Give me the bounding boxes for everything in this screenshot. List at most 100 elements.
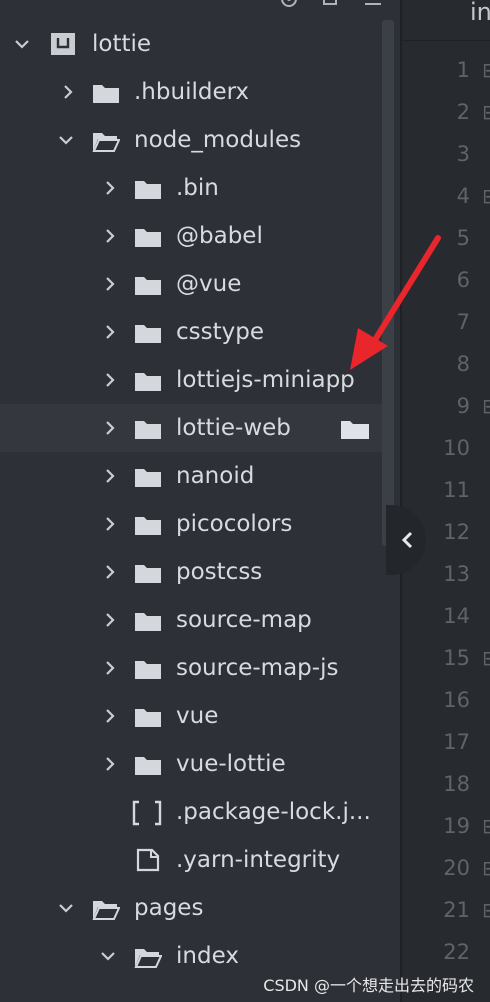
folder-icon — [135, 613, 161, 631]
minimize-icon[interactable] — [364, 0, 382, 8]
tree-item-label: nanoid — [176, 463, 255, 489]
tree-item-label: lottie-web — [176, 415, 291, 441]
tree-item-lottie[interactable]: lottie — [0, 20, 382, 68]
folder-icon — [135, 181, 161, 199]
line-number: 18 — [443, 772, 470, 796]
watermark: CSDN @一个想走出去的码农 — [263, 976, 474, 995]
folder-icon — [135, 661, 161, 679]
tree-item-vue-scope[interactable]: @vue — [0, 260, 382, 308]
tree-item-label: lottie — [92, 31, 152, 57]
line-number: 3 — [456, 142, 470, 166]
folder-open-icon — [134, 949, 162, 968]
folder-icon — [135, 565, 161, 583]
folder-icon — [93, 85, 119, 103]
chevron-down-icon — [15, 40, 29, 49]
chevron-down-icon — [59, 904, 73, 913]
tree-item-pages[interactable]: pages — [0, 884, 382, 932]
tree-item-label: lottiejs-miniapp — [176, 367, 355, 393]
chevron-down-icon — [59, 136, 73, 145]
tree-item-label: @vue — [176, 271, 242, 297]
folder-icon — [135, 517, 161, 535]
fold-marker-icon[interactable]: ⊟ — [482, 898, 490, 922]
chevron-right-icon — [106, 469, 115, 483]
line-number: 2 — [456, 100, 470, 124]
tree-item-vue-lottie[interactable]: vue-lottie — [0, 740, 382, 788]
tree-item-label: .hbuilderx — [134, 79, 250, 105]
folder-icon — [135, 277, 161, 295]
folder-icon — [135, 325, 161, 343]
locate-icon[interactable] — [280, 0, 298, 8]
code-editor: in 1⊟2⊟34⊟56789⊟101112131415⊟16171819⊟20… — [400, 0, 490, 1002]
tree-item-label: index — [176, 943, 239, 969]
tree-item-nanoid[interactable]: nanoid — [0, 452, 382, 500]
chevron-right-icon — [106, 517, 115, 531]
tree-item-label: vue — [176, 703, 219, 729]
line-number: 1 — [456, 58, 470, 82]
tree-item-lottie-web[interactable]: lottie-web — [0, 404, 382, 452]
chevron-right-icon — [106, 325, 115, 339]
project-icon — [51, 33, 75, 55]
fold-marker-icon[interactable]: ⊟ — [482, 856, 490, 880]
json-file-icon — [132, 800, 162, 826]
fold-marker-icon[interactable]: ⊟ — [482, 646, 490, 670]
fold-marker-icon[interactable]: ⊟ — [482, 100, 490, 124]
tree-item-hbuilderx[interactable]: .hbuilderx — [0, 68, 382, 116]
tree-item-bin[interactable]: .bin — [0, 164, 382, 212]
chevron-right-icon — [106, 229, 115, 243]
tree-item-package-lock[interactable]: .package-lock.j... — [0, 788, 382, 836]
folder-icon — [135, 421, 161, 439]
tree-item-vue[interactable]: vue — [0, 692, 382, 740]
collapse-all-icon[interactable] — [322, 0, 340, 8]
tree-item-lottiejs-miniapp[interactable]: lottiejs-miniapp — [0, 356, 382, 404]
tree-item-label: source-map — [176, 607, 312, 633]
folder-icon — [135, 469, 161, 487]
line-number: 4 — [456, 184, 470, 208]
tree-item-label: vue-lottie — [176, 751, 286, 777]
tree-item-picocolors[interactable]: picocolors — [0, 500, 382, 548]
line-number: 16 — [443, 688, 470, 712]
tree-item-label: .yarn-integrity — [176, 847, 341, 873]
file-icon — [136, 848, 160, 872]
fold-marker-icon[interactable]: ⊟ — [482, 184, 490, 208]
tree-item-label: source-map-js — [176, 655, 339, 681]
editor-tabbar: in — [402, 0, 490, 41]
chevron-left-icon — [401, 531, 413, 549]
tree-item-label: csstype — [176, 319, 264, 345]
tree-item-label: postcss — [176, 559, 263, 585]
chevron-right-icon — [106, 565, 115, 579]
tree-item-postcss[interactable]: postcss — [0, 548, 382, 596]
tree-item-label: pages — [134, 895, 204, 921]
line-number: 21 — [443, 898, 470, 922]
sidebar-toolbar — [280, 0, 382, 8]
fold-marker-icon[interactable]: ⊟ — [482, 394, 490, 418]
tree-item-label: picocolors — [176, 511, 293, 537]
chevron-right-icon — [106, 757, 115, 771]
line-number: 17 — [443, 730, 470, 754]
line-number: 22 — [443, 940, 470, 964]
folder-icon — [135, 373, 161, 391]
fold-marker-icon[interactable]: ⊟ — [482, 58, 490, 82]
folder-icon — [135, 229, 161, 247]
open-folder-action-icon[interactable] — [340, 418, 370, 440]
tree-item-node-modules[interactable]: node_modules — [0, 116, 382, 164]
tree-item-csstype[interactable]: csstype — [0, 308, 382, 356]
folder-open-icon — [92, 133, 120, 152]
folder-open-icon — [92, 901, 120, 920]
line-number: 15 — [443, 646, 470, 670]
editor-tab[interactable]: in — [470, 0, 490, 26]
tree-item-source-map-js[interactable]: source-map-js — [0, 644, 382, 692]
line-number: 10 — [443, 436, 470, 460]
tree-item-source-map[interactable]: source-map — [0, 596, 382, 644]
tree-item-label: .package-lock.j... — [176, 799, 371, 825]
chevron-right-icon — [106, 181, 115, 195]
tree-item-yarn-integrity[interactable]: .yarn-integrity — [0, 836, 382, 884]
tree-item-label: node_modules — [134, 127, 302, 153]
fold-marker-icon[interactable]: ⊟ — [482, 814, 490, 838]
project-explorer-sidebar: lottie .hbuilderx node_modules .bin @bab… — [0, 0, 400, 1002]
line-number: 19 — [443, 814, 470, 838]
chevron-right-icon — [106, 277, 115, 291]
chevron-right-icon — [106, 421, 115, 435]
chevron-right-icon — [106, 709, 115, 723]
chevron-down-icon — [101, 952, 115, 961]
tree-item-babel[interactable]: @babel — [0, 212, 382, 260]
